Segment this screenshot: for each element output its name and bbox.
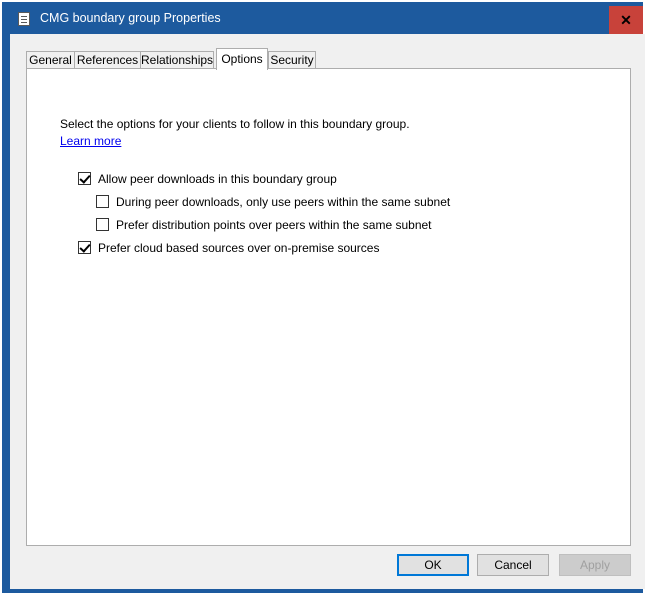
tab-relationships[interactable]: Relationships: [140, 51, 214, 69]
dialog-client-area: General References Relationships Options…: [10, 34, 645, 589]
cancel-button[interactable]: Cancel: [477, 554, 549, 576]
title-bar[interactable]: CMG boundary group Properties ✕: [2, 2, 643, 34]
close-button[interactable]: ✕: [609, 6, 643, 34]
tab-security[interactable]: Security: [268, 51, 316, 69]
tab-references[interactable]: References: [74, 51, 141, 69]
learn-more-link[interactable]: Learn more: [60, 134, 121, 148]
prefer-cloud-sources-label: Prefer cloud based sources over on-premi…: [98, 241, 380, 255]
options-description: Select the options for your clients to f…: [60, 117, 410, 131]
prefer-distribution-points-label: Prefer distribution points over peers wi…: [116, 218, 432, 232]
properties-dialog: CMG boundary group Properties ✕ General …: [2, 2, 645, 593]
tab-options[interactable]: Options: [216, 48, 268, 70]
checkbox-unchecked-icon[interactable]: [96, 195, 109, 208]
tab-general[interactable]: General: [26, 51, 75, 69]
same-subnet-peers-label: During peer downloads, only use peers wi…: [116, 195, 451, 209]
allow-peer-downloads-label: Allow peer downloads in this boundary gr…: [98, 172, 337, 186]
properties-document-icon: [18, 12, 30, 26]
apply-button[interactable]: Apply: [559, 554, 631, 576]
ok-button[interactable]: OK: [397, 554, 469, 576]
window-title: CMG boundary group Properties: [40, 11, 221, 25]
checkbox-checked-icon[interactable]: [78, 172, 91, 185]
checkbox-unchecked-icon[interactable]: [96, 218, 109, 231]
checkbox-checked-icon[interactable]: [78, 241, 91, 254]
